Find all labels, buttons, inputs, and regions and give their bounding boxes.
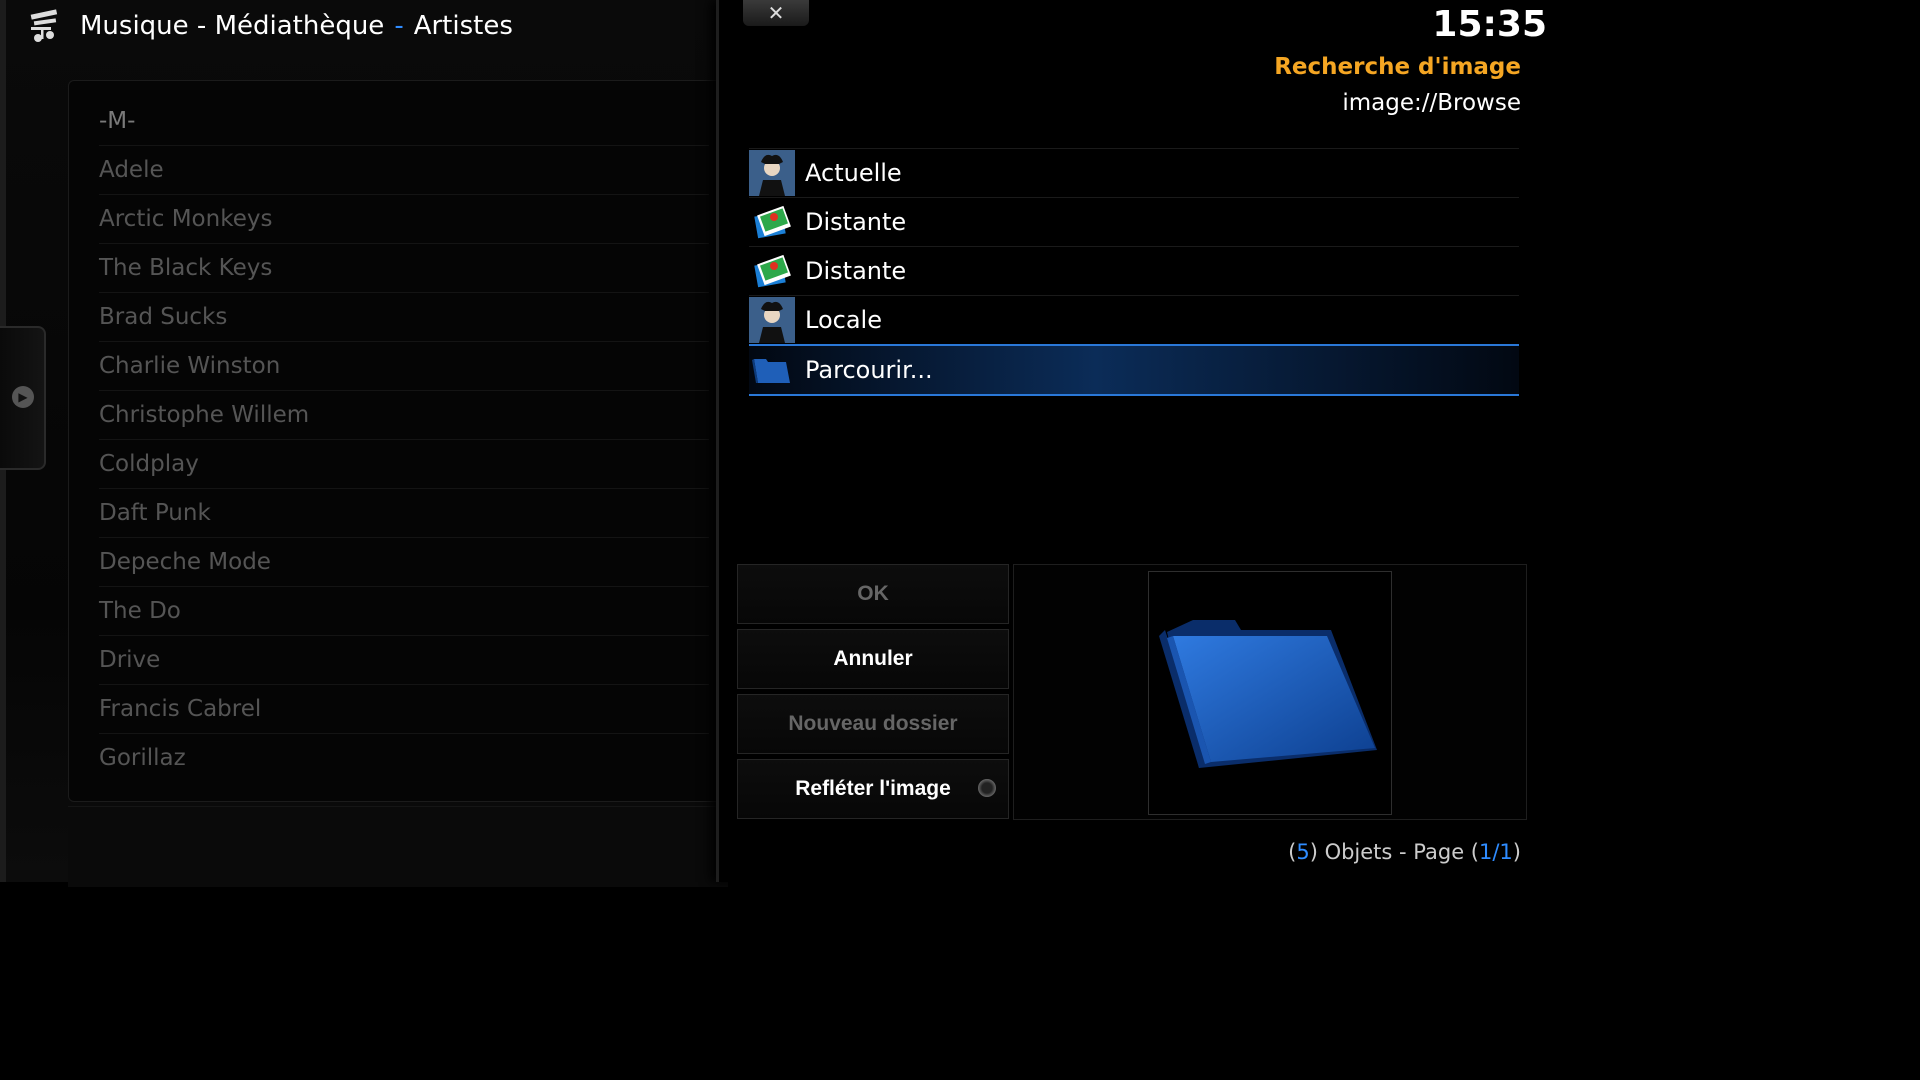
source-item-current[interactable]: Actuelle <box>749 148 1519 197</box>
pictures-icon <box>749 199 795 245</box>
artist-list: -M- Adele Arctic Monkeys The Black Keys … <box>68 80 730 802</box>
breadcrumb-view: Artistes <box>413 11 513 41</box>
artist-list-item[interactable]: The Black Keys <box>99 244 709 293</box>
source-item-label: Distante <box>805 208 907 236</box>
source-item-remote[interactable]: Distante <box>749 197 1519 246</box>
music-library-icon <box>30 9 58 42</box>
flip-image-toggle[interactable]: Refléter l'image <box>737 759 1009 819</box>
close-button[interactable]: ✕ <box>743 0 809 26</box>
side-menu-tab[interactable]: ▶ <box>0 326 46 470</box>
source-item-label: Locale <box>805 306 882 334</box>
artist-thumb-icon <box>749 150 795 196</box>
source-item-browse[interactable]: Parcourir... <box>749 344 1519 396</box>
artist-list-item[interactable]: Depeche Mode <box>99 538 709 587</box>
artist-thumb-icon <box>749 297 795 343</box>
page-number: 1/1 <box>1479 840 1513 864</box>
artist-list-item[interactable]: Gorillaz <box>99 734 709 782</box>
artist-list-item[interactable]: -M- <box>99 97 709 146</box>
flip-image-label: Refléter l'image <box>795 777 951 800</box>
artist-list-item[interactable]: Adele <box>99 146 709 195</box>
image-browser-dialog: ✕ 15:35 Recherche d'image image://Browse… <box>716 0 1571 882</box>
artist-list-item[interactable]: Coldplay <box>99 440 709 489</box>
source-item-label: Actuelle <box>805 159 902 187</box>
image-source-list: Actuelle Distante Distante Locale Parcou… <box>749 148 1519 396</box>
folder-preview-icon <box>1159 620 1377 768</box>
source-item-remote[interactable]: Distante <box>749 246 1519 295</box>
folder-icon <box>749 347 795 393</box>
chevron-right-icon: ▶ <box>12 386 34 408</box>
dialog-path: image://Browse <box>1342 90 1521 116</box>
window-header: Musique - Médiathèque - Artistes <box>28 4 513 48</box>
cancel-button[interactable]: Annuler <box>737 629 1009 689</box>
source-item-local[interactable]: Locale <box>749 295 1519 344</box>
breadcrumb-separator: - <box>394 11 404 41</box>
artist-list-item[interactable]: Daft Punk <box>99 489 709 538</box>
radio-icon <box>978 779 996 797</box>
artist-list-item[interactable]: Brad Sucks <box>99 293 709 342</box>
image-preview-frame <box>1013 564 1527 820</box>
pictures-icon <box>749 248 795 294</box>
artist-list-item[interactable]: Drive <box>99 636 709 685</box>
image-preview <box>1148 571 1392 815</box>
clock: 15:35 <box>1432 4 1547 45</box>
item-count: (5) Objets - Page (1/1) <box>1288 840 1521 864</box>
artist-list-item[interactable]: The Do <box>99 587 709 636</box>
close-icon: ✕ <box>767 1 785 25</box>
item-count-number: 5 <box>1296 840 1310 864</box>
source-item-label: Parcourir... <box>805 356 933 384</box>
new-folder-button[interactable]: Nouveau dossier <box>737 694 1009 754</box>
artist-list-item[interactable]: Francis Cabrel <box>99 685 709 734</box>
artist-list-item[interactable]: Christophe Willem <box>99 391 709 440</box>
source-item-label: Distante <box>805 257 907 285</box>
artist-list-item[interactable]: Charlie Winston <box>99 342 709 391</box>
list-footer <box>68 806 728 887</box>
dialog-title: Recherche d'image <box>1274 54 1521 80</box>
breadcrumb-section: Musique - Médiathèque <box>80 11 385 41</box>
artist-list-item[interactable]: Arctic Monkeys <box>99 195 709 244</box>
ok-button[interactable]: OK <box>737 564 1009 624</box>
